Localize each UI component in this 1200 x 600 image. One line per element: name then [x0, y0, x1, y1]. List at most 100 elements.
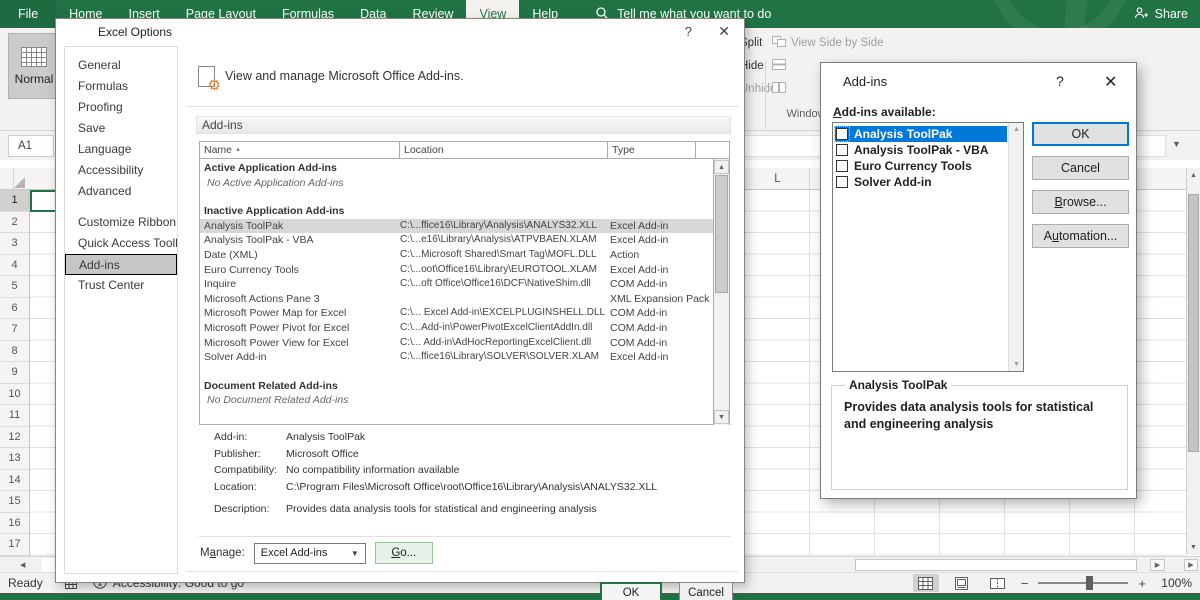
table-scroll-up-icon[interactable]: ▲ [714, 160, 729, 174]
column-header-name[interactable]: Name▲ [200, 142, 400, 158]
sidebar-item-advanced[interactable]: Advanced [65, 181, 177, 202]
table-scrollbar[interactable]: ▲ ▼ [713, 159, 729, 425]
list-scroll-up-icon[interactable]: ▲ [1013, 126, 1020, 133]
normal-view-toggle[interactable] [913, 574, 939, 592]
sidebar-item-save[interactable]: Save [65, 118, 177, 139]
row-header-6[interactable]: 6 [0, 298, 29, 320]
vertical-scroll-thumb[interactable] [1188, 194, 1199, 452]
view-side-by-side-button[interactable]: View Side by Side [772, 36, 883, 50]
row-header-5[interactable]: 5 [0, 276, 29, 298]
table-row-microsoft-power-pivot-for-excel[interactable]: Microsoft Power Pivot for ExcelC:\...Add… [200, 321, 714, 336]
status-bar-right: − + 100% [913, 574, 1192, 592]
sidebar-item-quick-access-toolbar[interactable]: Quick Access Toolbar [65, 233, 177, 254]
row-header-12[interactable]: 12 [0, 427, 29, 449]
go-button[interactable]: Go... [375, 542, 433, 564]
scroll-down-icon[interactable]: ▼ [1190, 544, 1197, 551]
row-header-13[interactable]: 13 [0, 448, 29, 470]
automation-button[interactable]: Automation... [1032, 224, 1129, 248]
horizontal-scroll-thumb[interactable] [855, 559, 1137, 571]
list-scroll-down-icon[interactable]: ▼ [1013, 361, 1020, 368]
checkbox-unchecked[interactable] [836, 144, 848, 156]
close-icon[interactable]: ✕ [1104, 72, 1117, 92]
row-header-4[interactable]: 4 [0, 255, 29, 277]
addin-list-item-solver-add-in[interactable]: Solver Add-in [835, 174, 1007, 190]
table-group-label: Disabled Application Add-ins [200, 422, 714, 424]
row-header-16[interactable]: 16 [0, 513, 29, 535]
sidebar-item-accessibility[interactable]: Accessibility [65, 160, 177, 181]
row-header-3[interactable]: 3 [0, 233, 29, 255]
table-row-inquire[interactable]: InquireC:\...oft Office\Office16\DCF\Nat… [200, 277, 714, 292]
cancel-button[interactable]: Cancel [679, 582, 733, 600]
ribbon-tab-file[interactable]: File [0, 0, 56, 28]
scroll-up-icon[interactable]: ▲ [1190, 172, 1197, 179]
row-headers: 1234567891011121314151617 [0, 190, 30, 556]
table-scroll-down-icon[interactable]: ▼ [714, 410, 729, 424]
row-header-9[interactable]: 9 [0, 362, 29, 384]
help-icon[interactable]: ? [685, 24, 692, 39]
table-row-microsoft-actions-pane-3[interactable]: Microsoft Actions Pane 3XML Expansion Pa… [200, 292, 714, 307]
table-row-solver-add-in[interactable]: Solver Add-inC:\...ffice16\Library\SOLVE… [200, 350, 714, 365]
normal-view-button[interactable]: Normal [8, 33, 60, 99]
row-header-2[interactable]: 2 [0, 212, 29, 234]
row-header-10[interactable]: 10 [0, 384, 29, 406]
column-header-location[interactable]: Location [400, 142, 608, 158]
manage-select[interactable]: Excel Add-ins▼ [254, 543, 366, 564]
sidebar-item-customize-ribbon[interactable]: Customize Ribbon [65, 212, 177, 233]
table-row-microsoft-power-view-for-excel[interactable]: Microsoft Power View for ExcelC:\... Add… [200, 336, 714, 351]
table-scroll-thumb[interactable] [715, 175, 728, 293]
zoom-in-button[interactable]: + [1138, 576, 1146, 591]
checkbox-unchecked[interactable] [836, 160, 848, 172]
close-icon[interactable]: ✕ [718, 23, 730, 40]
table-row-analysis-toolpak[interactable]: Analysis ToolPakC:\...ffice16\Library\An… [200, 219, 714, 234]
table-group-label: Active Application Add-ins [200, 161, 714, 176]
vertical-scrollbar[interactable]: ▲ ▼ [1186, 168, 1200, 555]
name-box[interactable]: A1 [8, 135, 54, 157]
row-header-7[interactable]: 7 [0, 319, 29, 341]
ok-button[interactable]: OK [1032, 122, 1129, 146]
list-scrollbar[interactable]: ▲ ▼ [1008, 123, 1023, 371]
table-row-microsoft-power-map-for-excel[interactable]: Microsoft Power Map for ExcelC:\... Exce… [200, 306, 714, 321]
page-break-preview-toggle[interactable] [985, 574, 1011, 592]
cell-name: Microsoft Actions Pane 3 [200, 292, 400, 307]
sidebar-item-trust-center[interactable]: Trust Center [65, 275, 177, 296]
sheet-tab-scroll-left-icon[interactable]: ◀ [20, 561, 25, 569]
select-all-icon[interactable] [14, 177, 25, 188]
reset-window-position-button[interactable] [772, 82, 786, 96]
sidebar-item-add-ins[interactable]: Add-ins [65, 254, 177, 275]
sidebar-item-general[interactable]: General [65, 55, 177, 76]
scroll-right-icon[interactable]: ▶ [1150, 559, 1165, 571]
detail-label: Publisher: [214, 448, 286, 460]
row-header-17[interactable]: 17 [0, 534, 29, 556]
checkbox-unchecked[interactable] [836, 128, 848, 140]
table-row-euro-currency-tools[interactable]: Euro Currency ToolsC:\...oot\Office16\Li… [200, 263, 714, 278]
row-header-15[interactable]: 15 [0, 491, 29, 513]
column-header-type[interactable]: Type [608, 142, 696, 158]
row-header-1[interactable]: 1 [0, 190, 29, 212]
table-row-analysis-toolpak-vba[interactable]: Analysis ToolPak - VBAC:\...e16\Library\… [200, 233, 714, 248]
column-header-L[interactable]: L [745, 168, 810, 190]
zoom-slider-thumb[interactable] [1086, 576, 1093, 590]
help-icon[interactable]: ? [1056, 73, 1064, 89]
row-header-8[interactable]: 8 [0, 341, 29, 363]
zoom-out-button[interactable]: − [1021, 576, 1029, 591]
table-row-date-xml[interactable]: Date (XML)C:\...Microsoft Shared\Smart T… [200, 248, 714, 263]
scroll-corner-right-icon[interactable]: ▶ [1184, 559, 1198, 571]
row-header-14[interactable]: 14 [0, 470, 29, 492]
formula-bar-expand-icon[interactable]: ▼ [1172, 139, 1181, 149]
share-button[interactable]: Share [1134, 0, 1188, 28]
synchronous-scrolling-button[interactable] [772, 59, 786, 73]
page-layout-view-toggle[interactable] [949, 574, 975, 592]
cancel-button[interactable]: Cancel [1032, 156, 1129, 180]
ok-button[interactable]: OK [600, 582, 662, 600]
browse-button[interactable]: Browse... [1032, 190, 1129, 214]
checkbox-unchecked[interactable] [836, 176, 848, 188]
addin-list-item-euro-currency-tools[interactable]: Euro Currency Tools [835, 158, 1007, 174]
row-header-11[interactable]: 11 [0, 405, 29, 427]
zoom-level[interactable]: 100% [1156, 576, 1192, 590]
sidebar-item-language[interactable]: Language [65, 139, 177, 160]
addin-list-item-analysis-toolpak-vba[interactable]: Analysis ToolPak - VBA [835, 142, 1007, 158]
addin-list-item-analysis-toolpak[interactable]: Analysis ToolPak [835, 126, 1007, 142]
sidebar-item-formulas[interactable]: Formulas [65, 76, 177, 97]
zoom-slider[interactable] [1038, 582, 1128, 584]
sidebar-item-proofing[interactable]: Proofing [65, 97, 177, 118]
